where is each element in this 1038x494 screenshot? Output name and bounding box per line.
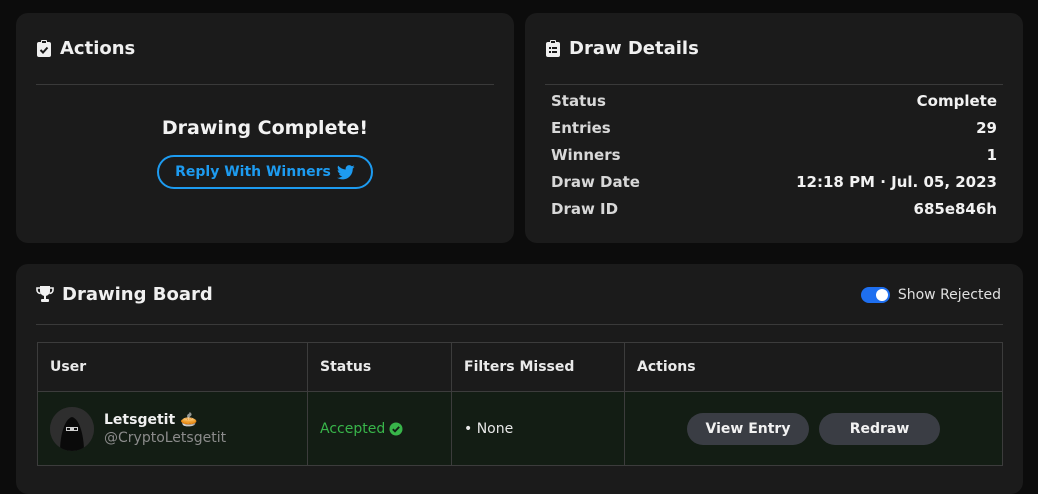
actions-title: Actions xyxy=(60,38,136,59)
detail-row-draw-id: Draw ID 685e846h xyxy=(551,198,997,220)
reply-with-winners-label: Reply With Winners xyxy=(175,164,331,180)
actions-header: Actions xyxy=(36,13,494,85)
table-header-row: User Status Filters Missed Actions xyxy=(37,342,1003,392)
drawing-complete-text: Drawing Complete! xyxy=(161,117,369,139)
entries-table: User Status Filters Missed Actions Letsg… xyxy=(37,342,1003,466)
view-entry-button[interactable]: View Entry xyxy=(687,412,809,445)
detail-value: 1 xyxy=(986,146,997,164)
detail-value: 29 xyxy=(976,119,997,137)
detail-label: Draw ID xyxy=(551,200,619,218)
user-cell: Letsgetit 🥧 @CryptoLetsgetit xyxy=(37,391,308,466)
avatar[interactable] xyxy=(50,406,94,451)
detail-value: 12:18 PM · Jul. 05, 2023 xyxy=(796,173,997,191)
show-rejected-label: Show Rejected xyxy=(897,287,1001,303)
draw-details-card: Draw Details Status Complete Entries 29 … xyxy=(525,13,1023,243)
user-handle[interactable]: @CryptoLetsgetit xyxy=(104,430,226,446)
trophy-icon xyxy=(36,285,54,303)
table-row: Letsgetit 🥧 @CryptoLetsgetit Accepted • … xyxy=(37,391,1003,466)
column-header-actions: Actions xyxy=(624,342,1003,392)
detail-row-winners: Winners 1 xyxy=(551,144,997,166)
check-circle-icon xyxy=(389,422,403,436)
detail-label: Draw Date xyxy=(551,173,640,191)
draw-details-title: Draw Details xyxy=(569,38,699,59)
detail-row-entries: Entries 29 xyxy=(551,117,997,139)
detail-row-draw-date: Draw Date 12:18 PM · Jul. 05, 2023 xyxy=(551,171,997,193)
status-cell: Accepted xyxy=(307,391,452,466)
drawing-board-header: Drawing Board xyxy=(36,264,1003,325)
status-badge: Accepted xyxy=(320,421,439,437)
actions-cell: View Entry Redraw xyxy=(624,391,1003,466)
detail-value: 685e846h xyxy=(913,200,997,218)
filters-missed-cell: • None xyxy=(451,391,625,466)
toggle-knob xyxy=(875,289,888,301)
actions-card: Actions Drawing Complete! Reply With Win… xyxy=(16,13,514,243)
detail-value: Complete xyxy=(916,92,997,110)
draw-details-header: Draw Details xyxy=(545,13,1003,85)
drawing-board-title: Drawing Board xyxy=(62,283,213,305)
drawing-board-card: Drawing Board Show Rejected User Status … xyxy=(16,264,1023,494)
reply-with-winners-button[interactable]: Reply With Winners xyxy=(157,155,373,189)
user-name[interactable]: Letsgetit 🥧 xyxy=(104,412,226,428)
column-header-user: User xyxy=(37,342,308,392)
pie-emoji: 🥧 xyxy=(180,411,198,428)
show-rejected-control: Show Rejected xyxy=(860,287,1001,303)
user-display-name: Letsgetit xyxy=(104,411,176,428)
detail-row-status: Status Complete xyxy=(551,90,997,112)
clipboard-check-icon xyxy=(36,39,52,58)
status-text: Accepted xyxy=(320,420,386,437)
column-header-filters-missed: Filters Missed xyxy=(451,342,625,392)
twitter-icon xyxy=(336,164,355,180)
show-rejected-toggle[interactable] xyxy=(860,287,890,303)
column-header-status: Status xyxy=(307,342,452,392)
detail-label: Status xyxy=(551,92,606,110)
detail-label: Entries xyxy=(551,119,611,137)
redraw-button[interactable]: Redraw xyxy=(819,412,940,445)
clipboard-list-icon xyxy=(545,39,561,58)
detail-label: Winners xyxy=(551,146,621,164)
